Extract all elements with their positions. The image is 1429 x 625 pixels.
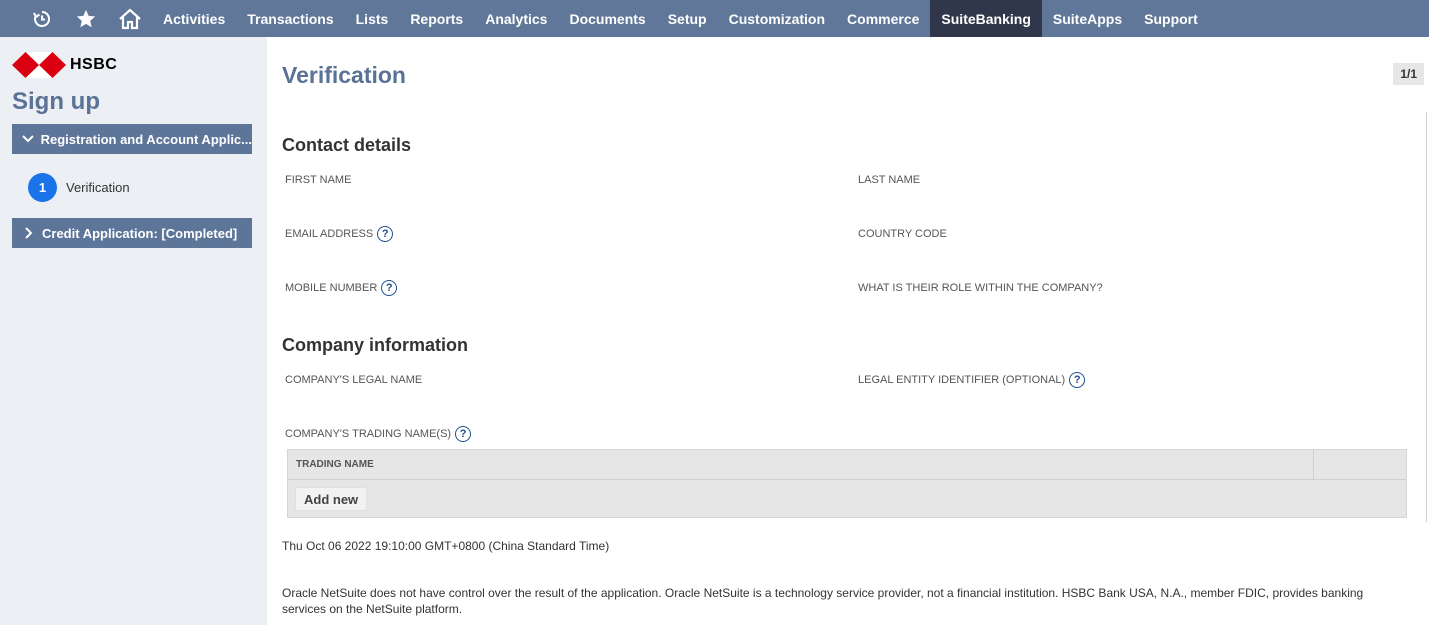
page-title: Verification (282, 62, 406, 88)
nav-lists[interactable]: Lists (345, 0, 400, 37)
country-code-label: COUNTRY CODE (858, 228, 947, 240)
recent-icon[interactable] (20, 0, 64, 37)
help-icon[interactable]: ? (381, 280, 398, 296)
trading-names-table: TRADING NAME Add new (287, 449, 1407, 518)
nav-analytics[interactable]: Analytics (474, 0, 558, 37)
trading-name-column-header: TRADING NAME (288, 450, 1314, 479)
home-icon[interactable] (108, 0, 152, 37)
first-name-text: FIRST NAME (285, 174, 352, 186)
section-credit-label: Credit Application: [Completed] (42, 225, 238, 241)
actions-column-header (1314, 450, 1322, 479)
nav-documents[interactable]: Documents (558, 0, 656, 37)
main-content: Verification 1/1 Contact details FIRST N… (267, 37, 1429, 625)
star-icon[interactable] (64, 0, 108, 37)
trading-names-label: COMPANY'S TRADING NAME(S) ? (285, 426, 472, 442)
email-text: EMAIL ADDRESS (285, 228, 374, 240)
sidebar: HSBC Sign up Registration and Account Ap… (0, 37, 267, 625)
last-name-label: LAST NAME (858, 174, 920, 186)
nav-support[interactable]: Support (1133, 0, 1209, 37)
divider (1426, 112, 1427, 522)
mobile-text: MOBILE NUMBER (285, 282, 378, 294)
help-icon[interactable]: ? (455, 426, 472, 442)
help-icon[interactable]: ? (377, 226, 394, 242)
legal-name-text: COMPANY'S LEGAL NAME (285, 374, 423, 386)
lei-text: LEGAL ENTITY IDENTIFIER (OPTIONAL) (858, 374, 1066, 386)
nav-commerce[interactable]: Commerce (836, 0, 930, 37)
email-label: EMAIL ADDRESS ? (285, 226, 394, 242)
hsbc-hexagon-icon (12, 52, 66, 78)
section-registration-label: Registration and Account Applic... (40, 131, 252, 147)
section-registration[interactable]: Registration and Account Applic... (12, 124, 252, 154)
help-icon[interactable]: ? (1069, 372, 1086, 388)
company-information-heading: Company information (282, 335, 469, 355)
step-number: 1 (28, 173, 57, 202)
role-label: WHAT IS THEIR ROLE WITHIN THE COMPANY? (858, 282, 1103, 294)
nav-activities[interactable]: Activities (152, 0, 236, 37)
chevron-right-icon (22, 227, 36, 239)
contact-details-heading: Contact details (282, 135, 412, 155)
sidebar-title: Sign up (12, 88, 100, 115)
country-code-text: COUNTRY CODE (858, 228, 947, 240)
nav-reports[interactable]: Reports (399, 0, 474, 37)
mobile-label: MOBILE NUMBER ? (285, 280, 398, 296)
nav-suitebanking[interactable]: SuiteBanking (930, 0, 1042, 37)
disclaimer-text: Oracle NetSuite does not have control ov… (282, 586, 1364, 616)
nav-suiteapps[interactable]: SuiteApps (1042, 0, 1133, 37)
chevron-down-icon (22, 135, 35, 143)
legal-name-label: COMPANY'S LEGAL NAME (285, 374, 422, 386)
role-text: WHAT IS THEIR ROLE WITHIN THE COMPANY? (858, 282, 1103, 294)
logo-text: HSBC (70, 56, 118, 73)
nav-customization[interactable]: Customization (718, 0, 836, 37)
table-header-row: TRADING NAME (288, 450, 1406, 480)
nav-transactions[interactable]: Transactions (236, 0, 344, 37)
last-name-text: LAST NAME (858, 174, 921, 186)
section-credit-application[interactable]: Credit Application: [Completed] (12, 218, 252, 248)
lei-label: LEGAL ENTITY IDENTIFIER (OPTIONAL) ? (858, 372, 1086, 388)
first-name-label: FIRST NAME (285, 174, 351, 186)
top-navigation: Activities Transactions Lists Reports An… (0, 0, 1429, 37)
nav-setup[interactable]: Setup (657, 0, 718, 37)
step-verification[interactable]: 1 Verification (28, 173, 130, 202)
page-count-badge: 1/1 (1393, 63, 1424, 85)
step-label: Verification (66, 180, 130, 195)
add-new-button[interactable]: Add new (295, 487, 368, 511)
hsbc-logo: HSBC (12, 52, 117, 78)
trading-names-text: COMPANY'S TRADING NAME(S) (285, 428, 452, 440)
timestamp: Thu Oct 06 2022 19:10:00 GMT+0800 (China… (282, 539, 610, 553)
